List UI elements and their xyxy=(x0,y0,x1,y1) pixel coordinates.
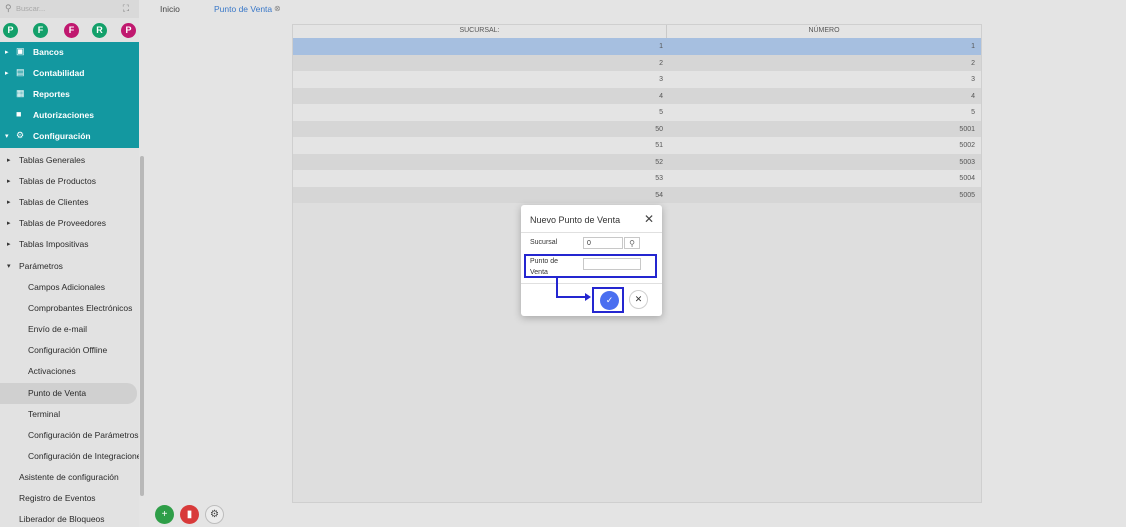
annotation-arrow xyxy=(556,296,586,298)
sidebar-item-registro-eventos[interactable]: Registro de Eventos xyxy=(0,488,139,509)
sidebar-item-configuracion-parametros[interactable]: Configuración de Parámetros xyxy=(0,425,139,446)
cancel-button[interactable]: ✕ xyxy=(629,290,648,309)
table-row[interactable]: 5 5 xyxy=(293,104,981,121)
sidebar: ⚲ Buscar... ⛶ P F F R P ▸ ▣ Bancos ▸ ▤ C… xyxy=(0,0,139,527)
module-menu: ▸ ▣ Bancos ▸ ▤ Contabilidad ▦ Reportes ■… xyxy=(0,42,139,148)
sidebar-item-liberador-bloqueos[interactable]: Liberador de Bloqueos xyxy=(0,509,139,527)
briefcase-icon: ▣ xyxy=(16,46,25,56)
sidebar-item-tablas-productos[interactable]: ▸ Tablas de Productos xyxy=(0,171,139,192)
sucursal-input[interactable]: 0 xyxy=(583,237,623,249)
sidebar-item-campos-adicionales[interactable]: Campos Adicionales xyxy=(0,277,139,298)
sidebar-item-comprobantes-electronicos[interactable]: Comprobantes Electrónicos xyxy=(0,298,139,319)
column-header-numero[interactable]: NÚMERO xyxy=(667,27,981,34)
delete-button[interactable]: ▮ xyxy=(180,505,199,524)
avatar[interactable]: F xyxy=(33,23,48,38)
sidebar-item-configuracion-offline[interactable]: Configuración Offline xyxy=(0,340,139,361)
sidebar-item-tablas-clientes[interactable]: ▸ Tablas de Clientes xyxy=(0,192,139,213)
tabs-bar: Inicio Punto de Venta ⊗ xyxy=(146,0,1126,18)
caret-right-icon: ▸ xyxy=(7,178,11,185)
sidebar-item-tablas-proveedores[interactable]: ▸ Tablas de Proveedores xyxy=(0,213,139,234)
caret-right-icon: ▸ xyxy=(5,70,9,77)
caret-right-icon: ▸ xyxy=(7,241,11,248)
punto-venta-input[interactable] xyxy=(583,258,641,270)
divider xyxy=(521,232,662,233)
sidebar-item-punto-de-venta[interactable]: Punto de Venta xyxy=(0,383,137,404)
table-row[interactable]: 54 5005 xyxy=(293,186,981,203)
avatar[interactable]: R xyxy=(92,23,107,38)
nuevo-punto-venta-dialog: Nuevo Punto de Venta ✕ Sucursal 0 ⚲ Punt… xyxy=(521,205,662,316)
module-reportes[interactable]: ▦ Reportes xyxy=(0,84,139,105)
annotation-arrow-head xyxy=(585,293,591,301)
settings-button[interactable]: ⚙ xyxy=(205,505,224,524)
sidebar-item-parametros[interactable]: ▾ Parámetros xyxy=(0,256,139,277)
table-row[interactable]: 51 5002 xyxy=(293,137,981,154)
module-contabilidad[interactable]: ▸ ▤ Contabilidad xyxy=(0,63,139,84)
caret-right-icon: ▸ xyxy=(7,199,11,206)
table-row[interactable]: 1 1 xyxy=(293,38,981,55)
table-row[interactable]: 52 5003 xyxy=(293,153,981,170)
dialog-title: Nuevo Punto de Venta xyxy=(530,215,621,225)
caret-right-icon: ▸ xyxy=(5,49,9,56)
sidebar-item-configuracion-integraciones[interactable]: Configuración de Integraciones xyxy=(0,446,139,467)
caret-down-icon: ▾ xyxy=(7,263,11,270)
sidebar-item-terminal[interactable]: Terminal xyxy=(0,404,139,425)
caret-down-icon: ▾ xyxy=(5,133,9,140)
gears-icon: ⚙ xyxy=(16,130,25,140)
report-icon: ▦ xyxy=(16,88,25,98)
sidebar-item-tablas-impositivas[interactable]: ▸ Tablas Impositivas xyxy=(0,234,139,255)
sidebar-item-tablas-generales[interactable]: ▸ Tablas Generales xyxy=(0,150,139,171)
punto-venta-label: Venta xyxy=(530,269,548,276)
avatar[interactable]: P xyxy=(3,23,18,38)
avatar[interactable]: F xyxy=(64,23,79,38)
column-header-sucursal[interactable]: SUCURSAL: xyxy=(293,27,666,34)
user-avatars: P F F R P xyxy=(0,18,139,44)
sidebar-item-activaciones[interactable]: Activaciones xyxy=(0,361,139,382)
search-icon[interactable]: ⚲ xyxy=(624,237,640,249)
sidebar-search[interactable]: ⚲ Buscar... ⛶ xyxy=(0,0,139,18)
sidebar-item-asistente-configuracion[interactable]: Asistente de configuración xyxy=(0,467,139,488)
caret-right-icon: ▸ xyxy=(7,220,11,227)
sidebar-scrollbar[interactable] xyxy=(140,156,144,496)
table-row[interactable]: 2 2 xyxy=(293,54,981,71)
gear-icon: ⚙ xyxy=(210,509,219,520)
search-input[interactable]: Buscar... xyxy=(16,4,45,13)
divider xyxy=(521,283,662,284)
annotation-arrow xyxy=(556,278,558,297)
table-header: SUCURSAL: NÚMERO xyxy=(293,25,981,38)
table-row[interactable]: 50 5001 xyxy=(293,120,981,137)
close-tab-icon[interactable]: ⊗ xyxy=(274,4,281,13)
ledger-icon: ▤ xyxy=(16,67,25,77)
confirm-button[interactable]: ✓ xyxy=(600,291,619,310)
table-row[interactable]: 4 4 xyxy=(293,87,981,104)
tab-punto-de-venta[interactable]: Punto de Venta xyxy=(214,4,272,14)
module-autorizaciones[interactable]: ■ Autorizaciones xyxy=(0,105,139,126)
annotation-highlight-box: ✓ xyxy=(592,287,624,313)
sucursal-label: Sucursal xyxy=(530,239,558,246)
table-row[interactable]: 3 3 xyxy=(293,71,981,88)
sidebar-item-envio-email[interactable]: Envío de e-mail xyxy=(0,319,139,340)
add-button[interactable]: + xyxy=(155,505,174,524)
tab-inicio[interactable]: Inicio xyxy=(160,4,180,14)
search-icon: ⚲ xyxy=(5,3,12,13)
avatar[interactable]: P xyxy=(121,23,136,38)
expand-icon[interactable]: ⛶ xyxy=(123,3,129,14)
punto-venta-label: Punto de xyxy=(530,258,559,265)
module-configuracion[interactable]: ▾ ⚙ Configuración xyxy=(0,126,139,147)
caret-right-icon: ▸ xyxy=(7,157,11,164)
table-row[interactable]: 53 5004 xyxy=(293,170,981,187)
module-bancos[interactable]: ▸ ▣ Bancos xyxy=(0,42,139,63)
close-icon[interactable]: ✕ xyxy=(644,212,654,226)
lock-icon: ■ xyxy=(16,109,22,119)
